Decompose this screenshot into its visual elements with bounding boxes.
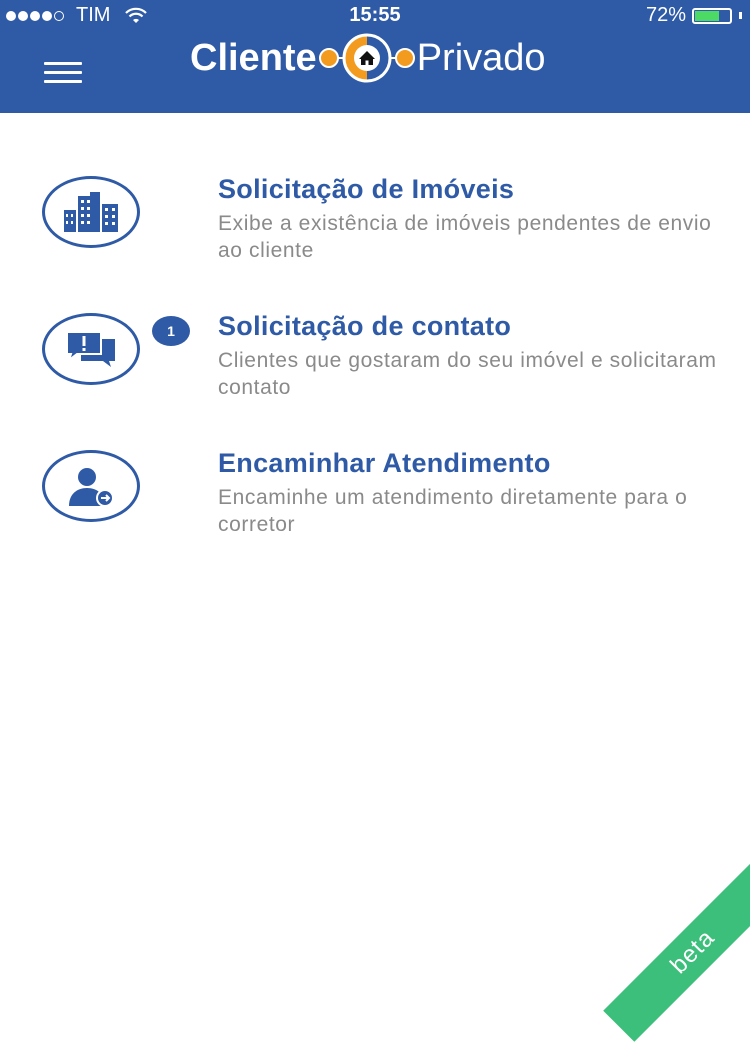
house-logo-icon bbox=[318, 33, 415, 83]
app-logo: Cliente Privado bbox=[190, 30, 546, 86]
item-icon-circle bbox=[42, 176, 140, 248]
logo-text-right: Privado bbox=[416, 36, 546, 79]
item-description: Exibe a existência de imóveis pendentes … bbox=[218, 212, 712, 262]
logo-text-left: Cliente bbox=[190, 36, 317, 79]
user-forward-icon bbox=[69, 468, 114, 507]
battery-nub bbox=[739, 12, 742, 19]
item-description: Encaminhe um atendimento diretamente par… bbox=[218, 486, 688, 536]
item-description: Clientes que gostaram do seu imóvel e so… bbox=[218, 349, 717, 399]
beta-ribbon: beta bbox=[603, 862, 750, 1042]
hamburger-menu-icon[interactable] bbox=[44, 62, 82, 84]
status-right: 72% bbox=[646, 4, 742, 27]
buildings-icon bbox=[64, 192, 118, 232]
item-title: Solicitação de contato bbox=[218, 311, 512, 341]
list-item-encaminhar-atendimento[interactable]: Encaminhar Atendimento Encaminhe um aten… bbox=[0, 444, 750, 554]
status-time: 15:55 bbox=[349, 4, 401, 26]
chat-icon bbox=[66, 331, 115, 367]
list-item-solicitacao-imoveis[interactable]: Solicitação de Imóveis Exibe a existênci… bbox=[0, 170, 750, 280]
item-title: Solicitação de Imóveis bbox=[218, 174, 515, 204]
battery-icon bbox=[692, 7, 732, 24]
status-bar: TIM 15:55 72% bbox=[0, 0, 750, 32]
notification-badge: 1 bbox=[152, 316, 190, 346]
battery-percent: 72% bbox=[645, 4, 686, 26]
item-icon-circle bbox=[42, 313, 140, 385]
item-title: Encaminhar Atendimento bbox=[218, 448, 551, 478]
list-item-solicitacao-contato[interactable]: Solicitação de contato Clientes que gost… bbox=[0, 307, 750, 417]
battery-fill bbox=[695, 10, 719, 21]
item-icon-circle bbox=[42, 450, 140, 522]
app-header: TIM 15:55 72% Cliente Privado bbox=[0, 0, 750, 113]
